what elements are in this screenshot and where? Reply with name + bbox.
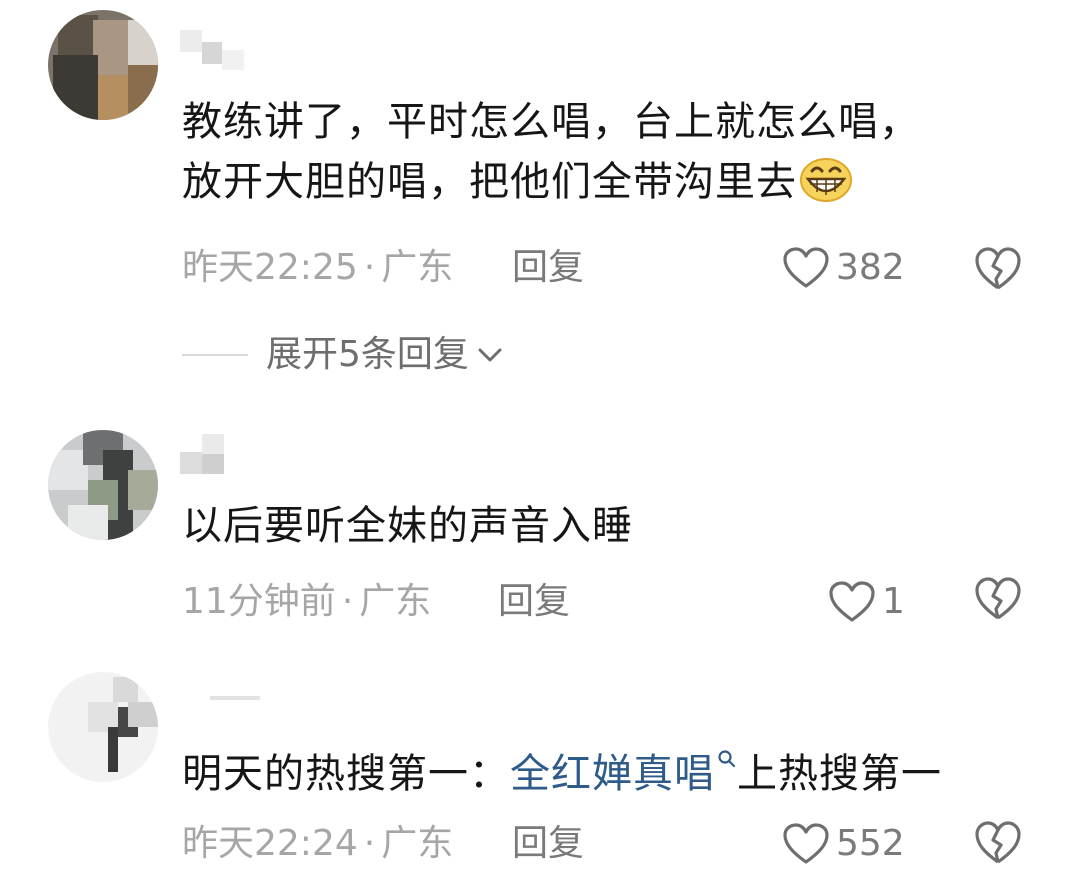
comment-text-line-2-content: 放开大胆的唱，把他们全带沟里去 [182,159,797,205]
meta-separator: · [363,247,376,288]
comment-meta: 昨天22:24 · 广东 [182,822,453,866]
username-redacted[interactable] [180,678,380,728]
comment-text: 明天的热搜第一：全红婵真唱 上热搜第一 [182,744,942,804]
expand-replies-label: 展开5条回复 [266,334,469,375]
like-button[interactable]: 382 [782,244,905,292]
chevron-down-icon [478,348,502,362]
comment-text-line-1: 教练讲了，平时怎么唱，台上就怎么唱， [182,99,920,145]
comment-text: 以后要听全妹的声音入睡 [182,503,633,549]
expand-divider [182,354,248,356]
avatar[interactable] [48,10,158,120]
search-icon [718,750,736,768]
comment-meta: 昨天22:25 · 广东 [182,246,453,290]
meta-separator: · [363,823,376,864]
comment-1: 教练讲了，平时怎么唱，台上就怎么唱， 放开大胆的唱，把他们全带沟里去 昨天22:… [0,0,1080,400]
broken-heart-icon[interactable] [974,820,1022,866]
reply-button[interactable]: 回复 [498,580,570,624]
hashtag-link[interactable]: 全红婵真唱 [510,750,737,797]
heart-outline-icon [829,581,875,622]
avatar[interactable] [48,430,158,540]
broken-heart-icon[interactable] [974,576,1022,622]
reply-button[interactable]: 回复 [512,822,584,866]
like-button[interactable]: 1 [828,578,905,626]
username-redacted[interactable] [180,22,380,72]
comment-text-line-2: 放开大胆的唱，把他们全带沟里去 [182,152,920,212]
like-count: 1 [882,581,905,622]
comment-location: 广东 [381,247,454,288]
username-redacted[interactable] [180,424,380,474]
comment-time: 昨天22:24 [182,823,358,864]
comment-text-prefix: 明天的热搜第一： [182,751,510,797]
heart-outline-icon [783,247,829,288]
broken-heart-icon[interactable] [974,246,1022,292]
comment-text: 教练讲了，平时怎么唱，台上就怎么唱， 放开大胆的唱，把他们全带沟里去 [182,92,920,212]
avatar[interactable] [48,672,158,782]
expand-replies-button[interactable]: 展开5条回复 [182,330,505,380]
hashtag-label: 全红婵真唱 [510,751,715,797]
reply-button[interactable]: 回复 [512,246,584,290]
grinning-face-emoji-icon [800,158,852,202]
comment-2: 以后要听全妹的声音入睡 11分钟前 · 广东 回复 1 [0,400,1080,660]
meta-separator: · [341,581,354,622]
comment-time: 昨天22:25 [182,247,358,288]
like-count: 552 [836,823,905,864]
comment-location: 广东 [381,823,454,864]
comment-3: 明天的热搜第一：全红婵真唱 上热搜第一 昨天22:24 · 广东 回复 552 [0,660,1080,892]
comment-location: 广东 [359,581,432,622]
like-button[interactable]: 552 [782,820,905,868]
comment-time: 11分钟前 [182,581,336,622]
comment-meta: 11分钟前 · 广东 [182,580,431,624]
heart-outline-icon [783,823,829,864]
comment-text-suffix: 上热搜第一 [737,751,942,797]
like-count: 382 [836,247,905,288]
